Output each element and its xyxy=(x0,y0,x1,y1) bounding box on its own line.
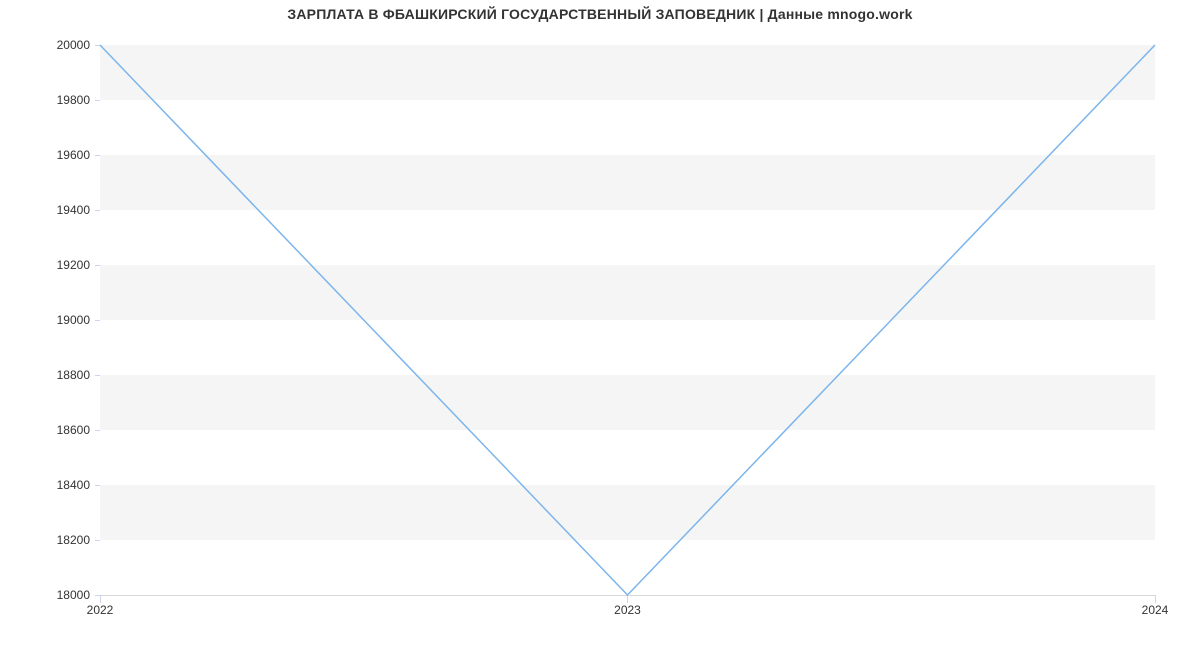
y-tick-label: 19400 xyxy=(57,203,100,217)
plot-area: 1800018200184001860018800190001920019400… xyxy=(100,45,1155,595)
y-tick-label: 18200 xyxy=(57,533,100,547)
y-tick-label: 19000 xyxy=(57,313,100,327)
x-tick-label: 2024 xyxy=(1142,595,1169,617)
y-tick-label: 19800 xyxy=(57,93,100,107)
x-tick-label: 2023 xyxy=(614,595,641,617)
chart-title: ЗАРПЛАТА В ФБАШКИРСКИЙ ГОСУДАРСТВЕННЫЙ З… xyxy=(0,6,1200,22)
y-tick-label: 18800 xyxy=(57,368,100,382)
y-tick-label: 19200 xyxy=(57,258,100,272)
y-tick-label: 19600 xyxy=(57,148,100,162)
y-tick-label: 18600 xyxy=(57,423,100,437)
y-tick-label: 18400 xyxy=(57,478,100,492)
line-layer xyxy=(100,45,1155,595)
x-tick-label: 2022 xyxy=(87,595,114,617)
y-tick-label: 20000 xyxy=(57,38,100,52)
series-line xyxy=(100,45,1155,595)
salary-line-chart: ЗАРПЛАТА В ФБАШКИРСКИЙ ГОСУДАРСТВЕННЫЙ З… xyxy=(0,0,1200,650)
